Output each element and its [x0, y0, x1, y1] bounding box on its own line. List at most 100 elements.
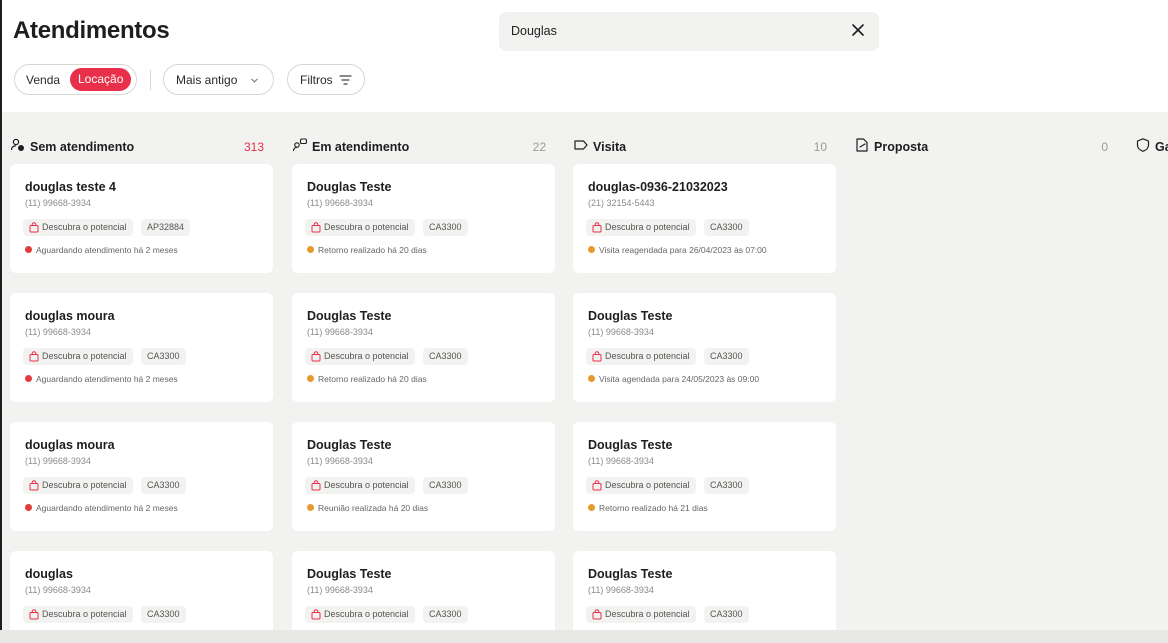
lead-status: Retorno realizado há 20 dias [307, 374, 427, 384]
sort-label: Mais antigo [176, 73, 238, 87]
column-header: Sem atendimento 313 [4, 136, 266, 156]
lead-phone: (11) 99668-3934 [588, 327, 654, 337]
property-code-tag: CA3300 [423, 219, 468, 236]
potential-tag: Descubra o potencial [305, 477, 415, 494]
lead-card[interactable]: Douglas Teste (11) 99668-3934 Descubra o… [292, 422, 555, 531]
lead-card[interactable]: douglas moura (11) 99668-3934 Descubra o… [10, 293, 273, 402]
column-title: Visita [593, 140, 627, 154]
horizontal-scrollbar[interactable] [0, 630, 1168, 643]
bag-icon [29, 222, 39, 233]
bag-icon [311, 480, 321, 491]
lead-name: douglas moura [25, 309, 115, 323]
column-title: Ga [1155, 140, 1168, 154]
lead-status: Aguardando atendimento há 2 meses [25, 245, 178, 255]
lead-status: Retorno realizado há 21 dias [588, 503, 708, 513]
potential-tag-label: Descubra o potencial [42, 351, 127, 361]
status-text: Aguardando atendimento há 2 meses [36, 374, 178, 384]
lead-status: Visita agendada para 24/05/2023 às 09:00 [588, 374, 759, 384]
lead-name: Douglas Teste [588, 567, 673, 581]
property-code-tag: CA3300 [704, 348, 749, 365]
status-text: Visita reagendada para 26/04/2023 às 07:… [599, 245, 767, 255]
toggle-locacao[interactable]: Locação [70, 68, 132, 91]
column-title: Sem atendimento [30, 140, 135, 154]
lead-phone: (11) 99668-3934 [25, 585, 91, 595]
lead-phone: (11) 99668-3934 [307, 198, 373, 208]
property-code-tag: CA3300 [423, 606, 468, 623]
lead-status: Visita reagendada para 26/04/2023 às 07:… [588, 245, 767, 255]
column-count: 10 [813, 140, 827, 154]
column-count: 313 [243, 140, 264, 154]
column-count: 0 [1101, 140, 1108, 154]
column-sem-atendimento: Sem atendimento 313 douglas teste 4 (11)… [4, 112, 273, 643]
lead-name: Douglas Teste [307, 309, 392, 323]
lead-status: Aguardando atendimento há 2 meses [25, 374, 178, 384]
potential-tag: Descubra o potencial [305, 606, 415, 623]
column-ga: Ga [1129, 112, 1168, 643]
lead-name: douglas [25, 567, 73, 581]
filters-button[interactable]: Filtros [287, 64, 365, 95]
divider [150, 70, 151, 90]
bag-icon [311, 222, 321, 233]
status-text: Retorno realizado há 21 dias [599, 503, 708, 513]
lead-status: Reunião realizada há 20 dias [307, 503, 428, 513]
status-dot [307, 504, 314, 511]
potential-tag-label: Descubra o potencial [605, 351, 690, 361]
close-icon[interactable] [850, 22, 866, 38]
property-code-tag: CA3300 [141, 348, 186, 365]
potential-tag: Descubra o potencial [586, 477, 696, 494]
header: Atendimentos Douglas Venda Locação Mais … [0, 0, 1168, 112]
potential-tag: Descubra o potencial [23, 219, 133, 236]
potential-tag: Descubra o potencial [305, 348, 415, 365]
lead-phone: (11) 99668-3934 [588, 456, 654, 466]
filters-label: Filtros [300, 73, 333, 87]
lead-card[interactable]: douglas moura (11) 99668-3934 Descubra o… [10, 422, 273, 531]
lead-name: Douglas Teste [307, 567, 392, 581]
potential-tag: Descubra o potencial [586, 348, 696, 365]
chat-users-icon [292, 138, 308, 152]
bag-icon [29, 480, 39, 491]
lead-phone: (11) 99668-3934 [307, 456, 373, 466]
potential-tag: Descubra o potencial [23, 477, 133, 494]
lead-card[interactable]: Douglas Teste (11) 99668-3934 Descubra o… [292, 164, 555, 273]
column-title: Em atendimento [312, 140, 410, 154]
bag-icon [29, 609, 39, 620]
potential-tag: Descubra o potencial [23, 606, 133, 623]
lead-card[interactable]: Douglas Teste (11) 99668-3934 Descubra o… [573, 422, 836, 531]
bag-icon [311, 351, 321, 362]
status-text: Aguardando atendimento há 2 meses [36, 503, 178, 513]
lead-phone: (11) 99668-3934 [25, 198, 91, 208]
property-code-tag: CA3300 [704, 477, 749, 494]
property-code-tag: CA3300 [704, 606, 749, 623]
lead-card[interactable]: douglas-0936-21032023 (21) 32154-5443 De… [573, 164, 836, 273]
property-code-tag: CA3300 [423, 477, 468, 494]
status-text: Retorno realizado há 20 dias [318, 374, 427, 384]
property-code-tag: CA3300 [141, 606, 186, 623]
search-input[interactable]: Douglas [499, 12, 879, 51]
potential-tag: Descubra o potencial [586, 219, 696, 236]
bag-icon [311, 609, 321, 620]
lead-card[interactable]: douglas teste 4 (11) 99668-3934 Descubra… [10, 164, 273, 273]
tag-icon [574, 140, 588, 150]
search-value[interactable]: Douglas [511, 24, 557, 38]
column-header: Proposta 0 [848, 136, 1110, 156]
sort-dropdown[interactable]: Mais antigo [163, 64, 274, 95]
lead-card[interactable]: Douglas Teste (11) 99668-3934 Descubra o… [573, 293, 836, 402]
page-title: Atendimentos [13, 17, 170, 44]
potential-tag-label: Descubra o potencial [605, 222, 690, 232]
bag-icon [592, 351, 602, 362]
column-header: Ga [1129, 136, 1168, 156]
lead-card[interactable]: Douglas Teste (11) 99668-3934 Descubra o… [292, 293, 555, 402]
column-count: 22 [532, 140, 546, 154]
status-dot [588, 504, 595, 511]
status-dot [307, 246, 314, 253]
toggle-venda[interactable]: Venda [26, 73, 60, 87]
potential-tag-label: Descubra o potencial [42, 222, 127, 232]
lead-phone: (11) 99668-3934 [588, 585, 654, 595]
potential-tag-label: Descubra o potencial [324, 351, 409, 361]
lead-name: douglas moura [25, 438, 115, 452]
bag-icon [592, 609, 602, 620]
bag-icon [29, 351, 39, 362]
potential-tag-label: Descubra o potencial [42, 609, 127, 619]
status-text: Reunião realizada há 20 dias [318, 503, 429, 513]
property-code-tag: AP32884 [141, 219, 191, 236]
